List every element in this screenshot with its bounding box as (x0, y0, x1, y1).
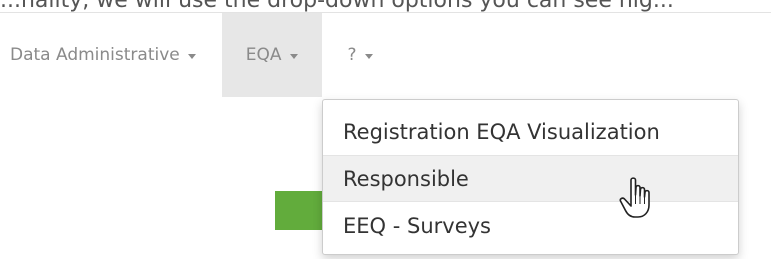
caret-down-icon (187, 53, 196, 59)
navbar: Data Administrative EQA ? (0, 13, 393, 97)
menu-item-registration-eqa-visualization[interactable]: Registration EQA Visualization (323, 108, 738, 155)
page: ...nality, we will use the drop-down opt… (0, 0, 771, 259)
nav-help[interactable]: ? (322, 13, 393, 97)
nav-eqa[interactable]: EQA (221, 13, 322, 97)
eqa-dropdown-menu: Registration EQA Visualization Responsib… (322, 99, 739, 255)
nav-label: Data Administrative (10, 45, 180, 65)
nav-label: ? (347, 45, 357, 65)
caret-down-icon (289, 53, 298, 59)
hand-pointer-icon (619, 177, 650, 218)
menu-item-responsible[interactable]: Responsible (323, 155, 738, 202)
nav-label: EQA (245, 45, 282, 65)
nav-data-administrative[interactable]: Data Administrative (0, 13, 222, 97)
caret-down-icon (364, 53, 373, 59)
menu-item-eeq-surveys[interactable]: EEQ - Surveys (323, 202, 738, 249)
